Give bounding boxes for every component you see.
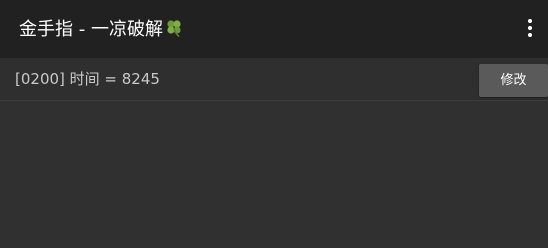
four-leaf-clover-icon xyxy=(167,20,181,38)
more-options-button[interactable] xyxy=(526,19,534,39)
cheat-entry-text: [0200] 时间 = 8245 xyxy=(15,70,160,88)
app-window: 金手指 - 一凉破解 [0200] 时间 = 8245 修改 xyxy=(0,0,548,248)
page-title: 金手指 - 一凉破解 xyxy=(19,18,184,41)
app-bar: 金手指 - 一凉破解 xyxy=(0,0,548,58)
page-title-text: 金手指 - 一凉破解 xyxy=(19,19,163,40)
list-item: [0200] 时间 = 8245 修改 xyxy=(0,58,548,101)
edit-button[interactable]: 修改 xyxy=(479,64,548,97)
